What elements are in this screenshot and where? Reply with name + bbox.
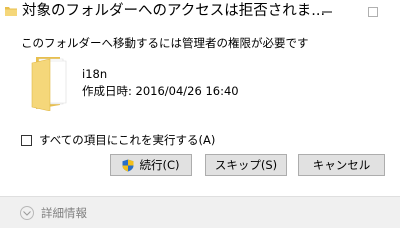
skip-button[interactable]: スキップ(S) xyxy=(205,154,287,176)
apply-to-all-checkbox[interactable] xyxy=(21,134,32,146)
item-name: i18n xyxy=(82,67,108,81)
uac-shield-icon xyxy=(122,159,134,171)
apply-to-all-label: すべての項目にこれを実行する(A) xyxy=(39,133,216,147)
folder-icon xyxy=(31,57,67,111)
dialog-footer: 詳細情報 xyxy=(0,196,400,228)
title-bar: 対象のフォルダーへのアクセスは拒否されま... xyxy=(0,0,400,24)
more-details-toggle[interactable]: 詳細情報 xyxy=(20,205,87,221)
item-created-date: 作成日時: 2016/04/26 16:40 xyxy=(82,84,239,98)
chevron-down-icon xyxy=(20,206,34,220)
cancel-button-label: キャンセル xyxy=(312,158,371,172)
cancel-button[interactable]: キャンセル xyxy=(298,154,385,176)
continue-button[interactable]: 続行(C) xyxy=(110,154,192,176)
minimize-icon xyxy=(322,11,332,13)
folder-app-icon xyxy=(5,7,17,16)
minimize-button[interactable] xyxy=(304,0,350,24)
more-details-label: 詳細情報 xyxy=(41,206,87,220)
continue-button-label: 続行(C) xyxy=(139,158,180,172)
maximize-button[interactable] xyxy=(350,0,396,24)
dialog-title: 対象のフォルダーへのアクセスは拒否されま... xyxy=(22,3,326,19)
maximize-icon xyxy=(368,7,378,17)
apply-to-all-option[interactable]: すべての項目にこれを実行する(A) xyxy=(21,132,215,148)
skip-button-label: スキップ(S) xyxy=(214,158,278,172)
file-operation-dialog: 対象のフォルダーへのアクセスは拒否されま... このフォルダーへ移動するには管理… xyxy=(0,0,400,228)
dialog-message: このフォルダーへ移動するには管理者の権限が必要です xyxy=(21,36,309,50)
